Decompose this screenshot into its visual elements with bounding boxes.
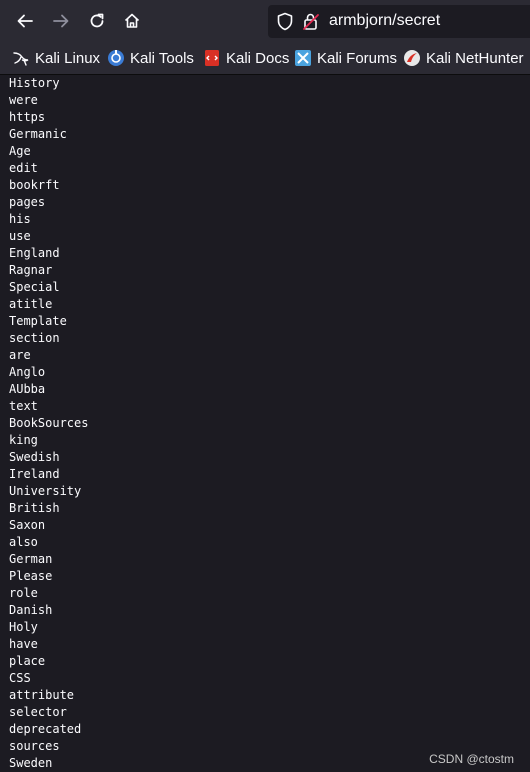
- kali-tools-icon: [108, 50, 124, 66]
- bookmark-kali-nethunter[interactable]: Kali NetHunter: [403, 48, 524, 68]
- back-arrow-icon: [17, 14, 33, 28]
- reload-button[interactable]: [84, 8, 110, 34]
- address-bar[interactable]: armbjorn/secret: [268, 5, 530, 38]
- browser-toolbar: armbjorn/secret: [0, 0, 530, 42]
- kali-dragon-icon: [13, 52, 29, 66]
- word-line: Swedish: [9, 450, 60, 464]
- word-line: British: [9, 501, 60, 515]
- word-line: CSS: [9, 671, 31, 685]
- bookmarks-toolbar: Kali Linux Kali Tools Kali Docs Kali For…: [0, 42, 530, 75]
- kali-docs-icon: [205, 50, 219, 66]
- word-line: Template: [9, 314, 67, 328]
- word-line: Ireland: [9, 467, 60, 481]
- word-line: text: [9, 399, 38, 413]
- word-line: History: [9, 76, 60, 90]
- bookmark-kali-linux[interactable]: Kali Linux: [12, 48, 100, 68]
- bookmark-kali-tools[interactable]: Kali Tools: [107, 48, 194, 68]
- kali-forums-icon: [295, 50, 311, 66]
- word-line: were: [9, 93, 38, 107]
- word-line: Ragnar: [9, 263, 53, 277]
- bookmark-label: Kali Forums: [317, 49, 398, 67]
- word-line: deprecated: [9, 722, 82, 736]
- word-line: edit: [9, 161, 38, 175]
- word-line: England: [9, 246, 60, 260]
- word-line: role: [9, 586, 38, 600]
- word-line: have: [9, 637, 38, 651]
- word-line: also: [9, 535, 38, 549]
- word-line: atitle: [9, 297, 53, 311]
- insecure-lock-icon[interactable]: [302, 12, 320, 31]
- word-line: section: [9, 331, 60, 345]
- word-line: attribute: [9, 688, 75, 702]
- word-line: Special: [9, 280, 60, 294]
- word-line: king: [9, 433, 38, 447]
- word-line: Germanic: [9, 127, 67, 141]
- home-button[interactable]: [119, 8, 145, 34]
- word-line: selector: [9, 705, 67, 719]
- bookmark-label: Kali Docs: [226, 49, 290, 67]
- word-line: Saxon: [9, 518, 46, 532]
- word-line: Holy: [9, 620, 38, 634]
- word-line: use: [9, 229, 31, 243]
- url-text[interactable]: armbjorn/secret: [329, 12, 440, 30]
- tracking-shield-icon[interactable]: [276, 12, 294, 31]
- word-line: are: [9, 348, 31, 362]
- word-line: University: [9, 484, 82, 498]
- forward-button[interactable]: [48, 8, 74, 34]
- word-line: his: [9, 212, 31, 226]
- word-line: BookSources: [9, 416, 89, 430]
- bookmark-kali-docs[interactable]: Kali Docs: [203, 48, 289, 68]
- home-icon: [124, 13, 140, 28]
- word-line: German: [9, 552, 53, 566]
- word-line: Age: [9, 144, 31, 158]
- watermark: CSDN @ctostm: [429, 752, 514, 766]
- word-line: Danish: [9, 603, 53, 617]
- page-content: History were https Germanic Age edit bookrft pa…: [9, 75, 509, 772]
- word-line: pages: [9, 195, 46, 209]
- word-line: place: [9, 654, 46, 668]
- word-line: bookrft: [9, 178, 60, 192]
- reload-icon: [90, 13, 104, 28]
- bookmark-label: Kali Linux: [35, 49, 101, 67]
- bookmark-label: Kali NetHunter: [426, 49, 524, 67]
- kali-nethunter-icon: [404, 50, 420, 66]
- word-line: Please: [9, 569, 53, 583]
- bookmark-kali-forums[interactable]: Kali Forums: [294, 48, 397, 68]
- forward-arrow-icon: [53, 14, 69, 28]
- word-line: AUbba: [9, 382, 46, 396]
- bookmark-label: Kali Tools: [130, 49, 194, 67]
- back-button[interactable]: [12, 8, 38, 34]
- word-line: https: [9, 110, 46, 124]
- word-line: Anglo: [9, 365, 46, 379]
